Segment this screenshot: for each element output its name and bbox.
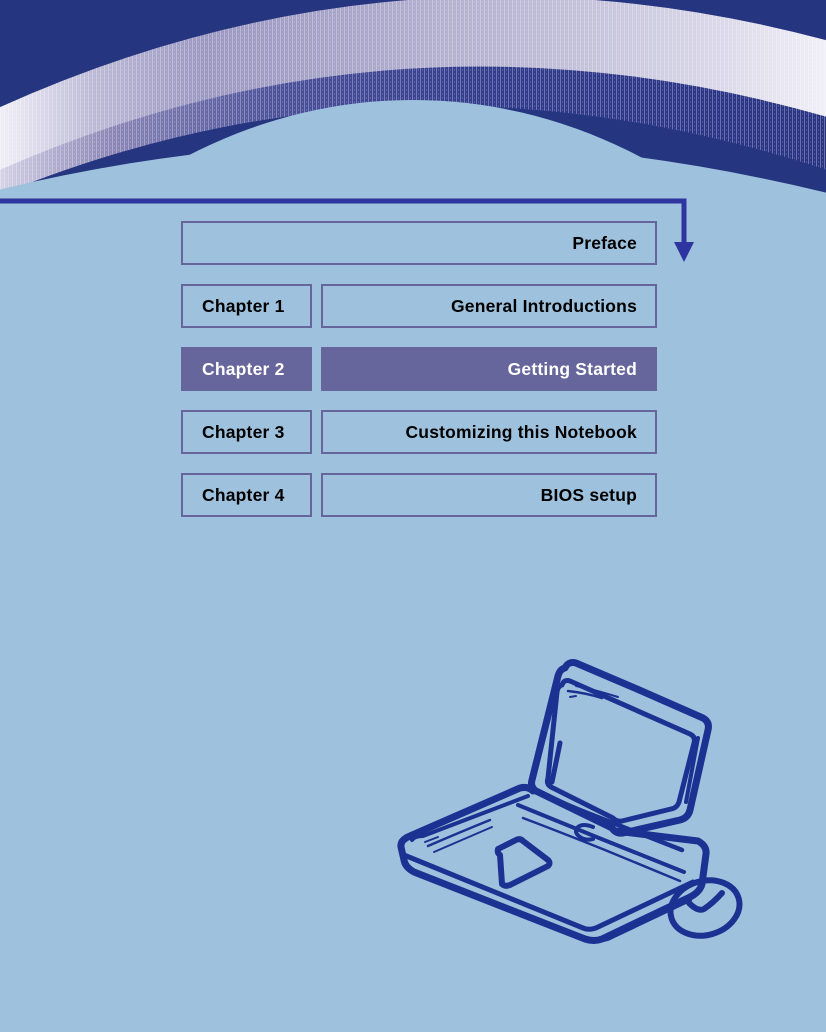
index-title-preface[interactable]: Preface: [181, 221, 657, 265]
index-row-chapter-3[interactable]: Chapter 3 Customizing this Notebook: [181, 410, 657, 454]
index-row-preface[interactable]: Preface: [181, 221, 657, 265]
chapter-index: Preface Chapter 1 General Introductions …: [181, 221, 657, 517]
divider-page: Preface Chapter 1 General Introductions …: [0, 0, 826, 1032]
index-chapter-label-2[interactable]: Chapter 2: [181, 347, 312, 391]
index-title-chapter-3[interactable]: Customizing this Notebook: [321, 410, 657, 454]
index-chapter-label-1[interactable]: Chapter 1: [181, 284, 312, 328]
notebook-computer-sketch: [390, 650, 755, 945]
index-row-chapter-1[interactable]: Chapter 1 General Introductions: [181, 284, 657, 328]
index-chapter-label-4[interactable]: Chapter 4: [181, 473, 312, 517]
screen-glare-3: [569, 695, 577, 698]
index-row-chapter-4[interactable]: Chapter 4 BIOS setup: [181, 473, 657, 517]
index-title-chapter-1[interactable]: General Introductions: [321, 284, 657, 328]
decorative-arc-banner: [0, 0, 826, 205]
index-title-chapter-2[interactable]: Getting Started: [321, 347, 657, 391]
palmrest-edge: [410, 794, 530, 842]
index-title-chapter-4[interactable]: BIOS setup: [321, 473, 657, 517]
index-chapter-label-3[interactable]: Chapter 3: [181, 410, 312, 454]
index-row-chapter-2[interactable]: Chapter 2 Getting Started: [181, 347, 657, 391]
touchpad-outline: [494, 836, 553, 889]
